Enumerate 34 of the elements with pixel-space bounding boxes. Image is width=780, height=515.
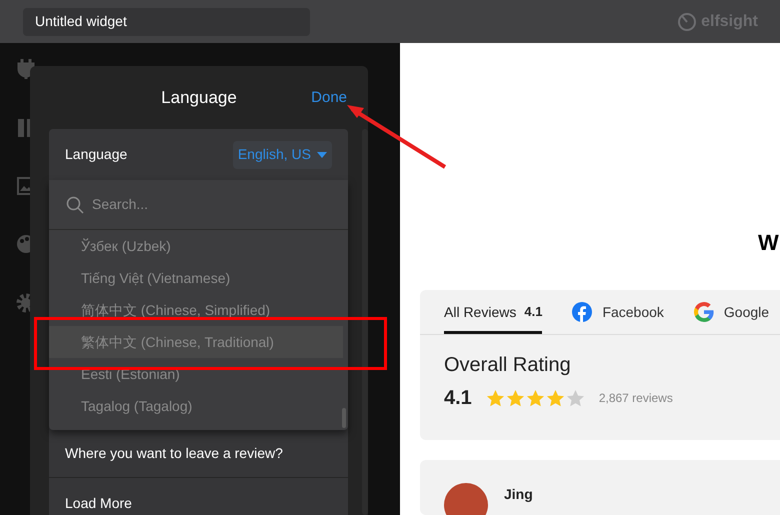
source-tab[interactable]: Facebook bbox=[572, 290, 664, 334]
done-button[interactable]: Done bbox=[311, 87, 347, 110]
language-option[interactable]: 繁体中文 (Chinese, Traditional) bbox=[49, 326, 343, 358]
star-icon bbox=[526, 388, 545, 408]
section-title[interactable]: Load More bbox=[65, 493, 132, 514]
language-select[interactable]: English, US bbox=[232, 140, 332, 168]
star-icon bbox=[566, 388, 585, 408]
review-author: Jing bbox=[504, 485, 533, 504]
avatar-placeholder bbox=[444, 483, 488, 515]
star-icon bbox=[486, 388, 505, 408]
language-option[interactable]: Tagalog (Tagalog) bbox=[49, 390, 348, 422]
review-count: 2,867 reviews bbox=[598, 390, 673, 407]
section-title[interactable]: Where you want to leave a review? bbox=[65, 443, 283, 464]
setting-label: Language bbox=[65, 145, 128, 164]
source-tab[interactable]: Google bbox=[694, 290, 770, 334]
plug-icon[interactable] bbox=[17, 59, 35, 79]
language-option[interactable]: Tiếng Việt (Vietnamese) bbox=[49, 262, 348, 294]
search-icon bbox=[66, 196, 84, 214]
panel-title: Language bbox=[161, 86, 237, 109]
star-icon bbox=[506, 388, 525, 408]
facebook-icon bbox=[572, 302, 592, 322]
language-option[interactable]: Ўзбек (Uzbek) bbox=[49, 230, 348, 262]
overall-rating-title: Overall Rating bbox=[444, 353, 572, 377]
star-icon bbox=[546, 388, 565, 408]
caret-icon bbox=[317, 152, 327, 158]
source-tab[interactable]: All Reviews 4.1 bbox=[444, 290, 542, 334]
rating-value: 4.1 bbox=[444, 386, 472, 411]
language-option[interactable]: Eesti (Estonian) bbox=[49, 358, 348, 390]
widget-name-field[interactable]: Untitled widget bbox=[23, 8, 310, 36]
search-field[interactable]: Search... bbox=[92, 194, 312, 215]
language-option[interactable]: 简体中文 (Chinese, Simplified) bbox=[49, 294, 348, 326]
heading: W bbox=[758, 229, 779, 257]
logo-icon bbox=[677, 12, 698, 32]
google-icon bbox=[694, 302, 714, 322]
